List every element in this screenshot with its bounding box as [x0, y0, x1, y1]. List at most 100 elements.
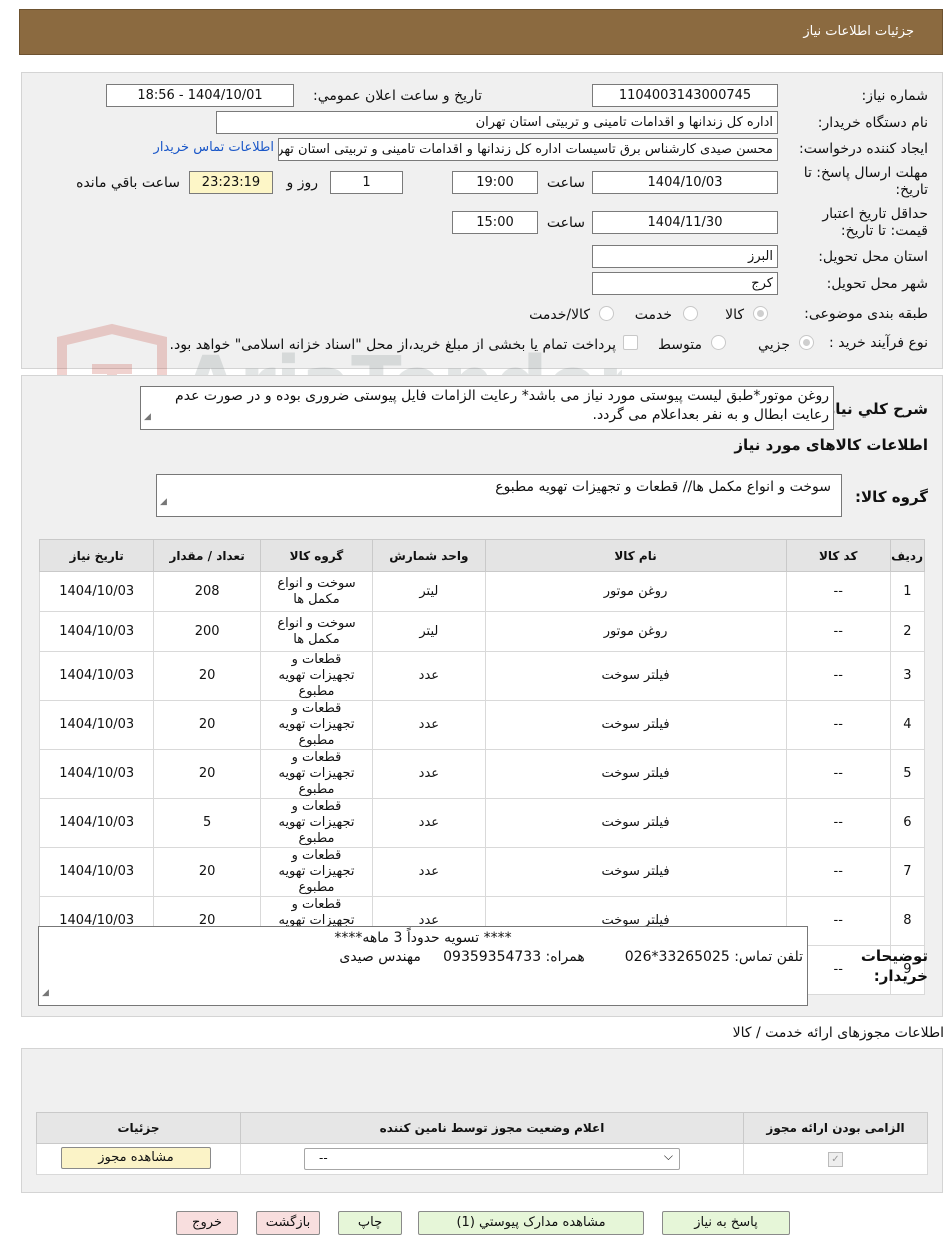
quantity-cell: 20: [153, 749, 261, 799]
item-group-cell: قطعات و تجهیزات تهویه مطبوع: [259, 749, 374, 799]
need-date-cell: 1404/10/03: [38, 571, 155, 612]
creator-field: محسن صیدی کارشناس برق تاسیسات اداره کل ز…: [278, 138, 778, 161]
col-qty: تعداد / مقدار: [153, 539, 261, 572]
licenses-table-header: الزامی بودن ارائه مجوز اعلام وضعیت مجوز …: [36, 1112, 928, 1144]
table-row: 5 -- فیلتر سوخت عدد قطعات و تجهیزات تهویه مط…: [38, 749, 926, 799]
licenses-section-title: اطلاعات مجوزهای ارائه خدمت / کالا: [732, 1025, 944, 1041]
process-label: نوع فرآیند خرید :: [829, 335, 928, 351]
unit-cell: عدد: [372, 651, 486, 701]
item-name-cell: فیلتر سوخت: [484, 749, 787, 799]
col-row: رديف: [889, 539, 926, 572]
buyer-contact-link[interactable]: اطلاعات تماس خریدار: [154, 140, 274, 155]
description-textarea: روغن موتور*طبق لیست پیوستی مورد نیاز می …: [140, 386, 834, 430]
unit-cell: عدد: [372, 700, 486, 750]
category-option-both: کالا/خدمت: [529, 307, 590, 323]
quantity-cell: 5: [153, 798, 261, 848]
deadline-date-field: 1404/10/03: [592, 171, 778, 194]
quantity-cell: 200: [153, 611, 261, 652]
category-radio-both[interactable]: [599, 306, 614, 321]
announce-label: تاریخ و ساعت اعلان عمومي:: [313, 88, 482, 104]
col-unit: واحد شمارش: [372, 539, 486, 572]
resize-grip-icon[interactable]: ◢: [160, 490, 167, 514]
goods-panel: شرح کلي نياز: روغن موتور*طبق لیست پیوستی…: [21, 375, 943, 1017]
goods-group-label: گروه کالا:: [855, 488, 928, 506]
col-license-details: جزئیات: [36, 1112, 241, 1144]
license-required-cell: ✓: [743, 1143, 928, 1175]
province-label: استان محل تحویل:: [818, 249, 928, 265]
print-button[interactable]: چاپ: [338, 1211, 402, 1235]
table-row: 6 -- فیلتر سوخت عدد قطعات و تجهیزات تهویه مط…: [38, 798, 926, 848]
days-field: 1: [330, 171, 403, 194]
buyer-notes-textarea: **** تسویه حدوداً 3 ماهه**** تلفن تماس: …: [38, 926, 808, 1006]
buyer-notes-line1: **** تسویه حدوداً 3 ماهه****: [334, 930, 512, 946]
unit-cell: عدد: [372, 847, 486, 897]
view-license-button[interactable]: مشاهده مجوز: [61, 1147, 211, 1169]
back-button[interactable]: بازگشت: [256, 1211, 320, 1235]
page-title-bar: جزئیات اطلاعات نیاز: [19, 9, 943, 55]
table-row: 3 -- فیلتر سوخت عدد قطعات و تجهیزات تهویه مط…: [38, 651, 926, 701]
treasury-payment-note: پرداخت تمام یا بخشی از مبلغ خرید،از محل …: [169, 337, 616, 353]
reply-to-need-button[interactable]: پاسخ به نیاز: [662, 1211, 790, 1235]
validity-time-label: ساعت: [546, 215, 585, 231]
row-number-cell: 8: [889, 896, 926, 946]
item-group-cell: قطعات و تجهیزات تهویه مطبوع: [259, 700, 374, 750]
need-number-label: شماره نیاز:: [861, 88, 929, 104]
unit-cell: عدد: [372, 749, 486, 799]
col-license-required: الزامی بودن ارائه مجوز: [743, 1112, 928, 1144]
item-name-cell: فیلتر سوخت: [484, 651, 787, 701]
item-name-cell: روغن موتور: [484, 571, 787, 612]
need-date-cell: 1404/10/03: [38, 798, 155, 848]
category-radio-goods[interactable]: [753, 306, 768, 321]
treasury-payment-checkbox[interactable]: [623, 335, 638, 350]
item-group-cell: قطعات و تجهیزات تهویه مطبوع: [259, 847, 374, 897]
chevron-down-icon: ⌵: [663, 1149, 673, 1163]
license-required-checkbox[interactable]: ✓: [828, 1152, 843, 1167]
process-option-small: جزیي: [758, 337, 790, 353]
page-title: جزئیات اطلاعات نیاز: [803, 24, 914, 39]
row-number-cell: 4: [889, 700, 926, 750]
table-row: 2 -- روغن موتور لیتر سوخت و انواع مکمل ها 200…: [38, 611, 926, 652]
view-attachments-button[interactable]: مشاهده مدارک پیوستي (1): [418, 1211, 644, 1235]
unit-cell: لیتر: [372, 571, 486, 612]
item-name-cell: روغن موتور: [484, 611, 787, 652]
process-radio-small[interactable]: [799, 335, 814, 350]
deadline-time-label: ساعت: [546, 175, 585, 191]
item-group-cell: سوخت و انواع مکمل ها: [259, 611, 374, 652]
item-name-cell: فیلتر سوخت: [484, 700, 787, 750]
category-radio-service[interactable]: [683, 306, 698, 321]
category-label: طبقه بندی موضوعی:: [804, 306, 928, 322]
city-field: کرج: [592, 272, 778, 295]
col-group: گروه کالا: [259, 539, 374, 572]
licenses-panel: الزامی بودن ارائه مجوز اعلام وضعیت مجوز …: [21, 1048, 943, 1193]
goods-group-textarea: سوخت و انواع مکمل ها// قطعات و تجهیزات ت…: [156, 474, 842, 517]
buyer-notes-label: توضیحات خریدار:: [860, 947, 928, 985]
category-option-goods: کالا: [725, 307, 744, 323]
goods-section-title: اطلاعات کالاهای مورد نیاز: [734, 436, 928, 454]
quantity-cell: 20: [153, 651, 261, 701]
license-status-select[interactable]: -- ⌵: [304, 1148, 680, 1170]
process-radio-medium[interactable]: [711, 335, 726, 350]
item-code-cell: --: [785, 700, 891, 750]
item-group-cell: قطعات و تجهیزات تهویه مطبوع: [259, 651, 374, 701]
need-date-cell: 1404/10/03: [38, 611, 155, 652]
col-name: نام کالا: [484, 539, 787, 572]
license-status-cell: -- ⌵: [240, 1143, 744, 1175]
exit-button[interactable]: خروج: [176, 1211, 238, 1235]
license-details-cell: مشاهده مجوز: [36, 1143, 241, 1175]
need-date-cell: 1404/10/03: [38, 651, 155, 701]
buyer-notes-line2: تلفن تماس: 33265025*026 همراه: 093593547…: [339, 949, 803, 965]
row-number-cell: 5: [889, 749, 926, 799]
process-option-medium: متوسط: [658, 337, 702, 353]
need-date-cell: 1404/10/03: [38, 700, 155, 750]
item-code-cell: --: [785, 571, 891, 612]
item-code-cell: --: [785, 798, 891, 848]
unit-cell: لیتر: [372, 611, 486, 652]
need-date-cell: 1404/10/03: [38, 749, 155, 799]
province-field: البرز: [592, 245, 778, 268]
description-label: شرح کلي نياز:: [820, 400, 928, 418]
resize-grip-icon[interactable]: ◢: [42, 984, 49, 1003]
row-number-cell: 3: [889, 651, 926, 701]
table-row: 1 -- روغن موتور لیتر سوخت و انواع مکمل ها 208…: [38, 571, 926, 612]
buyer-org-field: اداره کل زندانها و اقدامات تامینی و تربی…: [216, 111, 778, 134]
resize-grip-icon[interactable]: ◢: [144, 408, 151, 427]
